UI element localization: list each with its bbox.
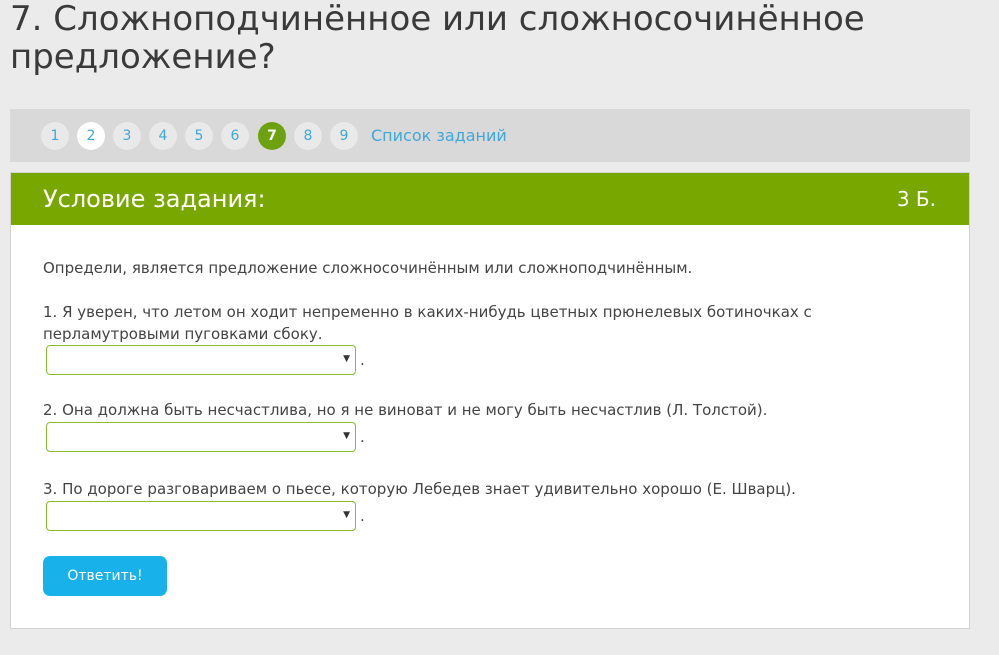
task-navigation: 1 2 3 4 5 6 7 8 9 Список заданий xyxy=(10,109,970,162)
task-list-link[interactable]: Список заданий xyxy=(371,122,507,150)
question-3-select[interactable]: ▼ xyxy=(46,501,356,531)
question-1-select[interactable]: ▼ xyxy=(46,345,356,375)
dropdown-arrow-icon: ▼ xyxy=(343,431,350,441)
nav-task-1[interactable]: 1 xyxy=(41,122,69,150)
nav-task-5[interactable]: 5 xyxy=(185,122,213,150)
question-2-terminator: . xyxy=(360,428,365,446)
nav-task-9[interactable]: 9 xyxy=(330,122,358,150)
task-condition-title: Условие задания: xyxy=(43,185,266,213)
page-title: 7. Сложноподчинённое или сложносочинённо… xyxy=(10,0,865,77)
nav-task-2[interactable]: 2 xyxy=(77,122,105,150)
task-points: 3 Б. xyxy=(896,187,936,211)
nav-task-3[interactable]: 3 xyxy=(113,122,141,150)
submit-answer-button[interactable]: Ответить! xyxy=(43,556,167,596)
nav-task-4[interactable]: 4 xyxy=(149,122,177,150)
question-3-terminator: . xyxy=(360,507,365,525)
nav-task-7-current[interactable]: 7 xyxy=(258,122,286,150)
task-card-header: Условие задания: 3 Б. xyxy=(11,173,969,225)
question-3-text: 3. По дороге разговариваем о пьесе, кото… xyxy=(43,480,796,498)
nav-task-6[interactable]: 6 xyxy=(221,122,249,150)
dropdown-arrow-icon: ▼ xyxy=(343,354,350,364)
question-2-text: 2. Она должна быть несчастлива, но я не … xyxy=(43,401,768,419)
nav-task-8[interactable]: 8 xyxy=(294,122,322,150)
question-1-terminator: . xyxy=(360,351,365,369)
dropdown-arrow-icon: ▼ xyxy=(343,510,350,520)
task-card: Условие задания: 3 Б. Определи, является… xyxy=(10,172,970,629)
question-1-text: 1. Я уверен, что летом он ходит непремен… xyxy=(43,303,812,343)
question-2-select[interactable]: ▼ xyxy=(46,422,356,452)
task-instruction: Определи, является предложение сложносоч… xyxy=(43,259,693,277)
